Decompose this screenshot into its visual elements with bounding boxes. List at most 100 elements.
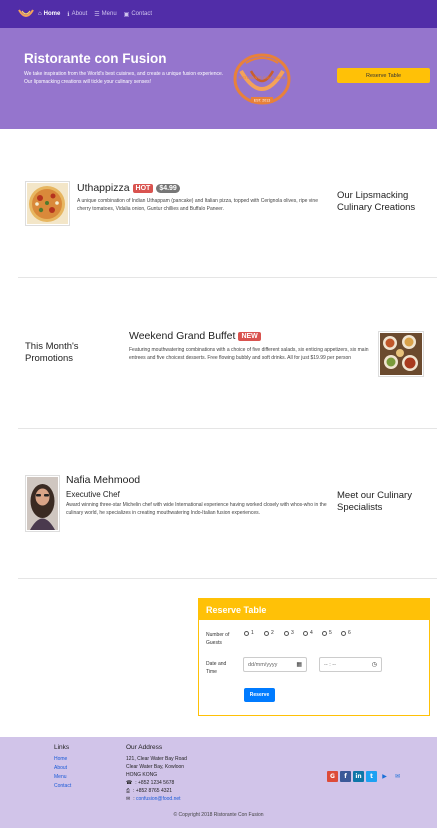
divider	[18, 277, 437, 278]
promotion-description: Featuring mouthwatering combinations wit…	[129, 347, 369, 361]
linkedin-icon[interactable]: in	[353, 771, 364, 782]
reserve-submit-button[interactable]: Reserve	[244, 688, 275, 702]
mail-icon[interactable]: ✉	[392, 771, 403, 782]
pizza-icon	[27, 183, 68, 224]
home-icon: ⌂	[38, 11, 42, 17]
divider	[18, 578, 437, 579]
promotion-name: Weekend Grand Buffet	[129, 330, 236, 342]
footer-link-home[interactable]: Home	[54, 756, 67, 762]
dish-description: A unique combination of Indian Uthappam …	[77, 198, 318, 212]
radio-circle[interactable]	[284, 630, 289, 636]
dish-title: Uthappizza HOT $4.99	[77, 182, 180, 194]
facebook-icon[interactable]: f	[340, 771, 351, 782]
radio-circle[interactable]	[341, 630, 346, 636]
guests-option-1: 1	[251, 630, 254, 636]
nav-about-label: About	[71, 11, 88, 17]
phone-icon: ☎	[126, 780, 133, 786]
clock-icon[interactable]: ◷	[372, 661, 377, 668]
jumbotron: Ristorante con Fusion We take inspiratio…	[0, 28, 437, 129]
list-icon: ☰	[94, 11, 100, 18]
guests-radio-6[interactable]: 6	[341, 630, 351, 636]
reserve-table-button[interactable]: Reserve Table	[337, 68, 430, 83]
leader-designation: Executive Chef	[66, 490, 120, 499]
leader-title: Nafia Mehmood	[66, 474, 140, 486]
guests-radio-2[interactable]: 2	[264, 630, 274, 636]
dish-image	[25, 181, 70, 226]
footer-link-menu[interactable]: Menu	[54, 774, 67, 780]
reserve-card-title: Reserve Table	[199, 599, 429, 620]
fax-number: : +852 8765 4321	[133, 788, 173, 794]
chef-portrait-icon	[27, 477, 58, 530]
dish-price-badge: $4.99	[156, 183, 180, 193]
phone-number: : +852 1234 5678	[135, 780, 175, 786]
date-input[interactable]: dd/mm/yyyy ▦	[243, 657, 307, 672]
promotion-side-heading: This Month's Promotions	[25, 341, 79, 364]
jumbotron-title: Ristorante con Fusion	[24, 51, 167, 66]
twitter-icon[interactable]: t	[366, 771, 377, 782]
time-placeholder: -- : --	[324, 661, 336, 668]
footer-link-contact[interactable]: Contact	[54, 783, 71, 789]
leader-name: Nafia Mehmood	[66, 474, 141, 486]
nav-home[interactable]: ⌂ Home	[38, 11, 60, 17]
leader-side-heading: Meet our Culinary Specialists	[337, 490, 412, 513]
social-links: G f in t ▶ ✉	[327, 770, 405, 783]
nav-menu-label: Menu	[101, 11, 117, 17]
nav-home-label: Home	[43, 11, 61, 17]
footer-address-heading: Our Address	[126, 744, 163, 751]
divider	[18, 428, 437, 429]
envelope-icon: ✉	[126, 796, 131, 802]
nav-menu[interactable]: ☰ Menu	[94, 11, 116, 18]
google-plus-icon[interactable]: G	[327, 771, 338, 782]
navbar: ⌂ Home ℹ About ☰ Menu ▣ Contact	[0, 0, 437, 28]
address-line-2: Clear Water Bay, Kowloon	[126, 764, 185, 770]
dish-side-heading: Our Lipsmacking Culinary Creations	[337, 190, 416, 213]
radio-circle[interactable]	[322, 630, 327, 636]
guests-radio-1[interactable]: 1	[244, 630, 254, 636]
guests-label: Number of Guests	[206, 632, 230, 646]
datetime-label: Date and Time	[206, 661, 227, 675]
brand-logo-icon[interactable]	[18, 8, 34, 20]
guests-option-4: 4	[310, 630, 313, 636]
promotion-title: Weekend Grand Buffet NEW	[129, 330, 261, 342]
guests-option-5: 5	[329, 630, 332, 636]
youtube-icon[interactable]: ▶	[379, 771, 390, 782]
restaurant-logo: RISTORANTE CON FUSION EST. 2013	[233, 53, 291, 105]
logo-text: RISTORANTE CON FUSION	[239, 76, 286, 80]
guests-radio-4[interactable]: 4	[303, 630, 313, 636]
radio-circle[interactable]	[244, 630, 249, 636]
guests-option-3: 3	[291, 630, 294, 636]
reserve-table-card: Reserve Table	[198, 598, 430, 716]
nav-about[interactable]: ℹ About	[67, 11, 87, 18]
footer-link-about[interactable]: About	[54, 765, 67, 771]
fax-icon: ⎙	[126, 788, 131, 794]
jumbotron-text: We take inspiration from the World's bes…	[24, 71, 224, 85]
promotion-label-badge: NEW	[238, 331, 261, 341]
guests-radio-5[interactable]: 5	[322, 630, 332, 636]
address-line-3: HONG KONG	[126, 772, 158, 778]
buffet-icon	[380, 333, 422, 375]
info-icon: ℹ	[67, 11, 70, 18]
dish-label-badge: HOT	[132, 183, 154, 193]
nav-contact-label: Contact	[131, 11, 153, 17]
dish-name: Uthappizza	[77, 182, 130, 194]
email-line: ✉: confusion@food.net	[126, 796, 181, 802]
address-line-1: 121, Clear Water Bay Road	[126, 756, 187, 762]
nav-contact[interactable]: ▣ Contact	[124, 11, 152, 18]
footer-links-heading: Links	[54, 744, 70, 751]
fax-line: ⎙: +852 8765 4321	[126, 787, 172, 795]
promotion-image	[378, 331, 424, 377]
guests-option-6: 6	[348, 630, 351, 636]
guests-option-2: 2	[271, 630, 274, 636]
email-link[interactable]: confusion@food.net	[136, 796, 181, 802]
leader-description: Award winning three-star Michelin chef w…	[66, 502, 327, 516]
phone-line: ☎: +852 1234 5678	[126, 779, 174, 787]
date-placeholder: dd/mm/yyyy	[248, 661, 278, 668]
leader-image	[25, 475, 60, 532]
radio-circle[interactable]	[264, 630, 269, 636]
time-input[interactable]: -- : -- ◷	[319, 657, 382, 672]
radio-circle[interactable]	[303, 630, 308, 636]
copyright: © Copyright 2018 Ristorante Con Fusion	[173, 812, 264, 818]
guests-radio-3[interactable]: 3	[284, 630, 294, 636]
calendar-icon[interactable]: ▦	[296, 661, 302, 668]
logo-est-text: EST. 2013	[254, 99, 271, 103]
